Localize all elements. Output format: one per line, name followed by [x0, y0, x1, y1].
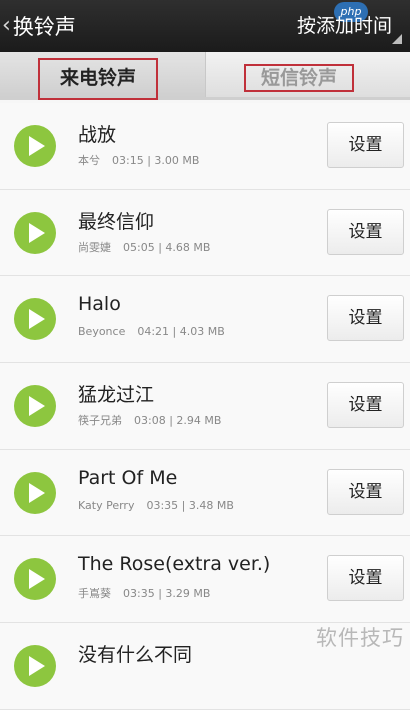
set-button[interactable]: 设置: [327, 468, 404, 515]
ringtone-list: 战放 本兮 03:15 | 3.00 MB 设置 最终信仰 尚雯婕 05:05 | …: [0, 103, 410, 710]
tab-call-ringtone[interactable]: 来电铃声: [0, 52, 205, 100]
list-item: 猛龙过江 筷子兄弟 03:08 | 2.94 MB 设置: [0, 363, 410, 450]
song-size: 3.00 MB: [154, 154, 200, 167]
song-duration: 05:05: [123, 240, 155, 254]
play-icon[interactable]: [14, 298, 56, 341]
chevron-left-icon: ‹: [2, 13, 11, 38]
song-meta: 本兮 03:15 | 3.00 MB: [78, 154, 200, 167]
song-title: Halo: [78, 293, 121, 316]
song-meta: 筷子兄弟 03:08 | 2.94 MB: [78, 414, 222, 428]
song-title: The Rose(extra ver.): [78, 553, 271, 576]
play-icon[interactable]: [14, 558, 56, 601]
song-meta: Beyonce 04:21 | 4.03 MB: [78, 325, 225, 339]
list-item: The Rose(extra ver.) 手嶌葵 03:35 | 3.29 MB …: [0, 536, 410, 624]
watermark-text: 软件技巧: [316, 626, 404, 650]
set-button[interactable]: 设置: [327, 122, 404, 168]
song-title: Part Of Me: [78, 466, 178, 489]
song-artist: 本兮: [78, 154, 100, 167]
tab-sms-label: 短信铃声: [244, 64, 354, 92]
song-size: 4.03 MB: [179, 325, 225, 339]
sort-button[interactable]: 按添加时间: [297, 11, 392, 38]
song-duration: 03:08: [134, 414, 166, 428]
song-duration: 03:15: [112, 154, 144, 167]
song-artist: 筷子兄弟: [78, 414, 122, 428]
song-duration: 03:35: [123, 587, 155, 601]
song-meta: 尚雯婕 05:05 | 4.68 MB: [78, 240, 211, 254]
song-artist: Katy Perry: [78, 498, 135, 512]
list-item: 最终信仰 尚雯婕 05:05 | 4.68 MB 设置: [0, 189, 410, 277]
song-title: 猛龙过江: [78, 384, 155, 407]
song-size: 3.29 MB: [165, 587, 211, 601]
song-artist: 尚雯婕: [78, 240, 111, 254]
play-icon[interactable]: [14, 645, 56, 688]
song-size: 4.68 MB: [165, 240, 211, 254]
song-duration: 04:21: [137, 325, 170, 339]
tab-bar: 来电铃声 短信铃声: [0, 52, 410, 100]
song-meta: Katy Perry 03:35 | 3.48 MB: [78, 498, 234, 512]
song-artist: 手嶌葵: [78, 587, 111, 601]
play-icon[interactable]: [14, 471, 56, 514]
song-meta: 手嶌葵 03:35 | 3.29 MB: [78, 587, 211, 601]
tab-call-label: 来电铃声: [38, 58, 158, 100]
corner-caret-icon: [392, 34, 402, 44]
song-title: 最终信仰: [78, 210, 155, 233]
top-bar: ‹ 换铃声 php 按添加时间: [0, 0, 410, 52]
tab-sms-ringtone[interactable]: 短信铃声: [205, 52, 410, 97]
set-button[interactable]: 设置: [327, 382, 404, 429]
play-icon[interactable]: [14, 385, 56, 428]
page-title: 换铃声: [12, 15, 76, 39]
set-button[interactable]: 设置: [327, 555, 404, 602]
song-duration: 03:35: [146, 498, 179, 512]
list-item: 战放 本兮 03:15 | 3.00 MB 设置: [0, 103, 410, 190]
list-item: Halo Beyonce 04:21 | 4.03 MB 设置: [0, 276, 410, 364]
song-title: 战放: [78, 124, 117, 146]
list-item: Part Of Me Katy Perry 03:35 | 3.48 MB 设置: [0, 449, 410, 537]
song-size: 3.48 MB: [188, 498, 234, 512]
song-artist: Beyonce: [78, 325, 126, 339]
back-button[interactable]: ‹ 换铃声: [2, 8, 76, 44]
set-button[interactable]: 设置: [327, 295, 404, 342]
song-size: 2.94 MB: [176, 414, 222, 428]
song-title: 没有什么不同: [78, 644, 193, 667]
set-button[interactable]: 设置: [327, 208, 404, 255]
play-icon[interactable]: [14, 211, 56, 254]
play-icon[interactable]: [14, 125, 56, 167]
